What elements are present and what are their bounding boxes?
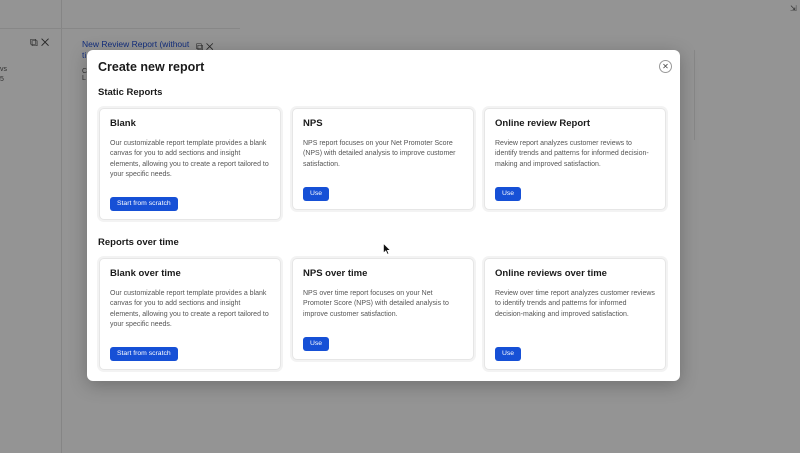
card-title: Blank <box>110 118 136 129</box>
use-button[interactable]: Use <box>495 347 522 361</box>
card-description: NPS over time report focuses on your Net… <box>303 290 449 318</box>
report-card-blank-over-time: Blank over time Our customizable report … <box>99 258 281 370</box>
card-title: NPS <box>303 118 323 129</box>
card-description: NPS report focuses on your Net Promoter … <box>303 140 456 168</box>
report-card-blank: Blank Our customizable report template p… <box>99 108 281 220</box>
section-title-static: Static Reports <box>98 87 163 98</box>
start-from-scratch-button[interactable]: Start from scratch <box>110 197 178 211</box>
report-card-online-reviews-over-time: Online reviews over time Review over tim… <box>484 258 666 370</box>
card-title: NPS over time <box>303 268 368 279</box>
close-icon: ✕ <box>662 61 669 71</box>
close-button[interactable]: ✕ <box>659 60 672 73</box>
dialog-title: Create new report <box>98 60 205 74</box>
section-title-over-time: Reports over time <box>98 237 179 248</box>
report-card-nps-over-time: NPS over time NPS over time report focus… <box>292 258 474 360</box>
card-description: Review report analyzes customer reviews … <box>495 140 649 168</box>
start-from-scratch-button[interactable]: Start from scratch <box>110 347 178 361</box>
mouse-cursor-icon <box>383 243 391 255</box>
card-description: Review over time report analyzes custome… <box>495 290 655 318</box>
card-title: Blank over time <box>110 268 181 279</box>
report-card-online-review: Online review Report Review report analy… <box>484 108 666 210</box>
card-title: Online reviews over time <box>495 268 607 279</box>
use-button[interactable]: Use <box>495 187 522 201</box>
card-description: Our customizable report template provide… <box>110 290 269 328</box>
use-button[interactable]: Use <box>303 337 330 351</box>
use-button[interactable]: Use <box>303 187 330 201</box>
report-card-nps: NPS NPS report focuses on your Net Promo… <box>292 108 474 210</box>
card-description: Our customizable report template provide… <box>110 140 269 178</box>
create-report-dialog: Create new report ✕ Static Reports Blank… <box>87 50 680 381</box>
card-title: Online review Report <box>495 118 591 129</box>
